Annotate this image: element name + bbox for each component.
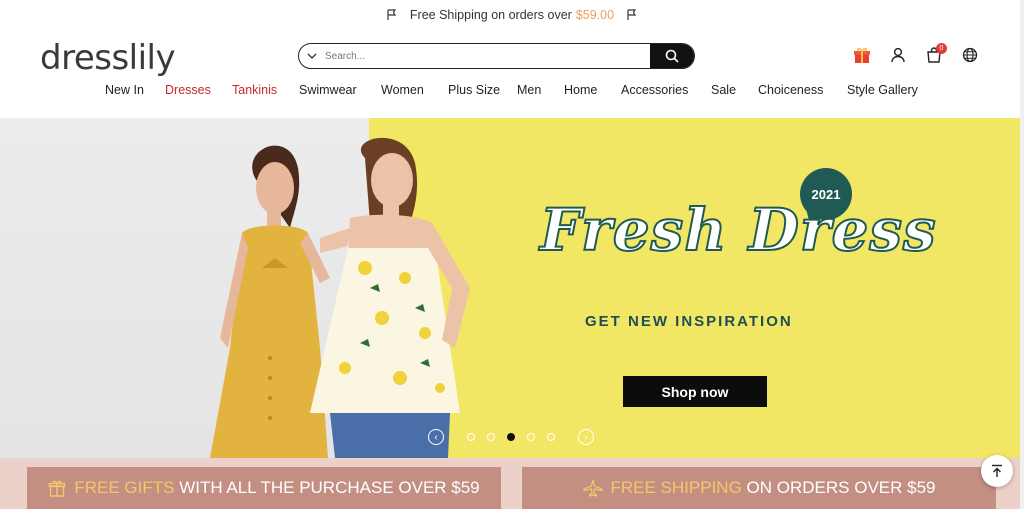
- carousel-dot[interactable]: [527, 433, 535, 441]
- site-logo[interactable]: dresslily: [40, 38, 176, 78]
- plane-icon: [582, 479, 603, 497]
- nav-item-new-in[interactable]: New In: [105, 83, 144, 97]
- carousel-dot[interactable]: [467, 433, 475, 441]
- flag-icon: [387, 9, 396, 20]
- carousel-prev-arrow-icon[interactable]: ‹: [428, 429, 444, 445]
- carousel-dot[interactable]: [487, 433, 495, 441]
- cart-icon[interactable]: 0: [924, 43, 947, 65]
- free-shipping-text: ON ORDERS OVER $59: [746, 478, 936, 497]
- search-button[interactable]: [650, 44, 694, 68]
- nav-item-home[interactable]: Home: [564, 83, 597, 97]
- carousel-dot-active[interactable]: [507, 433, 515, 441]
- main-navigation: New In Dresses Tankinis Swimwear Women P…: [0, 83, 1024, 101]
- nav-item-women[interactable]: Women: [381, 83, 424, 97]
- nav-item-sale[interactable]: Sale: [711, 83, 736, 97]
- cart-count-badge: 0: [936, 43, 947, 54]
- search-bar: [298, 43, 695, 69]
- free-gifts-card[interactable]: FREE GIFTS WITH ALL THE PURCHASE OVER $5…: [27, 467, 501, 509]
- back-to-top-button[interactable]: [981, 455, 1013, 487]
- nav-item-men[interactable]: Men: [517, 83, 541, 97]
- page-scrollbar[interactable]: [1020, 0, 1024, 509]
- nav-item-plus-size[interactable]: Plus Size: [448, 83, 500, 97]
- nav-item-style-gallery[interactable]: Style Gallery: [847, 83, 918, 97]
- nav-item-tankinis[interactable]: Tankinis: [232, 83, 277, 97]
- gift-icon[interactable]: [852, 45, 872, 65]
- header-icons: 0: [852, 43, 980, 65]
- nav-item-dresses[interactable]: Dresses: [165, 83, 211, 97]
- free-shipping-banner: Free Shipping on orders over $59.00: [0, 0, 1024, 30]
- hero-subheadline: GET NEW INSPIRATION: [585, 313, 793, 330]
- carousel-dot[interactable]: [547, 433, 555, 441]
- free-shipping-highlight: FREE SHIPPING: [610, 478, 742, 497]
- free-gifts-highlight: FREE GIFTS: [74, 478, 175, 497]
- nav-item-choiceness[interactable]: Choiceness: [758, 83, 823, 97]
- search-input[interactable]: [325, 44, 650, 68]
- globe-icon[interactable]: [960, 45, 980, 65]
- shop-now-button[interactable]: Shop now: [623, 376, 767, 407]
- arrow-up-icon: [992, 464, 1002, 477]
- banner-text: Free Shipping on orders over: [409, 8, 572, 22]
- promo-band: FREE GIFTS WITH ALL THE PURCHASE OVER $5…: [0, 458, 1020, 509]
- carousel-indicators: ‹ ›: [428, 428, 598, 446]
- chevron-down-icon[interactable]: [299, 53, 325, 59]
- search-icon: [665, 49, 679, 63]
- hero-headline: Fresh Dress: [539, 195, 937, 265]
- free-gifts-text: WITH ALL THE PURCHASE OVER $59: [179, 478, 480, 497]
- user-icon[interactable]: [888, 45, 908, 65]
- hero-models-image: [210, 137, 470, 458]
- nav-item-swimwear[interactable]: Swimwear: [299, 83, 357, 97]
- free-shipping-card[interactable]: FREE SHIPPING ON ORDERS OVER $59: [522, 467, 996, 509]
- flag-icon: [627, 9, 637, 20]
- carousel-next-arrow-icon[interactable]: ›: [578, 429, 594, 445]
- nav-item-accessories[interactable]: Accessories: [621, 83, 688, 97]
- gift-icon: [49, 480, 66, 497]
- banner-amount: $59.00: [575, 8, 615, 22]
